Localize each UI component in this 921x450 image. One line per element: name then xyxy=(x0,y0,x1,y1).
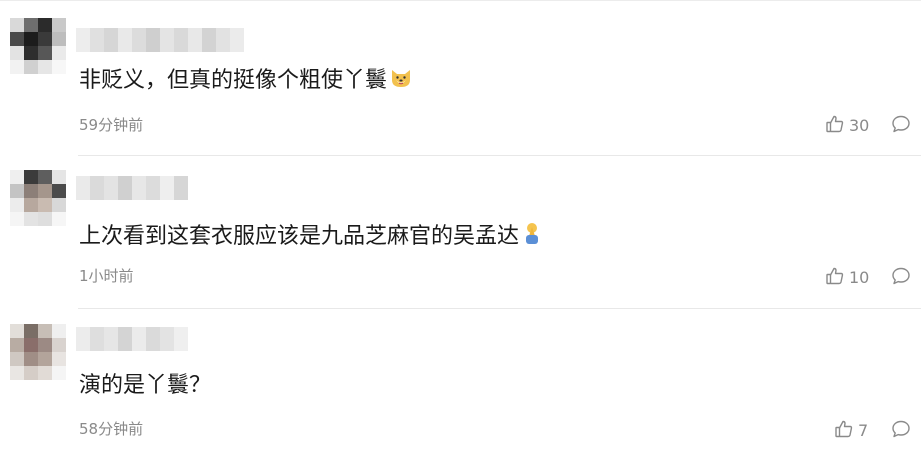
avatar[interactable] xyxy=(10,324,66,380)
like-count: 10 xyxy=(849,268,870,287)
comment-time: 58分钟前 xyxy=(79,420,144,438)
username[interactable] xyxy=(76,327,188,351)
like-button[interactable]: 30 xyxy=(825,114,869,138)
thumbs-up-icon xyxy=(825,114,845,138)
thumbs-up-icon xyxy=(825,266,845,290)
reply-button[interactable] xyxy=(891,419,911,443)
avatar[interactable] xyxy=(10,170,66,226)
like-button[interactable]: 10 xyxy=(825,266,869,290)
avatar[interactable] xyxy=(10,18,66,74)
comment-bubble-icon xyxy=(891,267,911,290)
comment-text: 演的是丫鬟？ xyxy=(79,371,211,401)
comment-item: 上次看到这套衣服应该是九品芝麻官的吴孟达 1小时前 10 xyxy=(0,156,921,308)
comment-item: 非贬义，但真的挺像个粗使丫鬟 59分钟前 30 xyxy=(0,0,921,155)
comment-time: 59分钟前 xyxy=(79,116,144,134)
comment-bubble-icon xyxy=(891,115,911,138)
username[interactable] xyxy=(76,28,244,52)
username[interactable] xyxy=(76,176,188,200)
like-count: 30 xyxy=(849,116,870,135)
comment-item: 演的是丫鬟？ 58分钟前 7 xyxy=(0,309,921,450)
reply-button[interactable] xyxy=(891,266,911,290)
comment-body: 演的是丫鬟？ xyxy=(79,373,212,398)
comment-text: 上次看到这套衣服应该是九品芝麻官的吴孟达 xyxy=(79,222,543,255)
doge-emoji-icon xyxy=(389,66,413,99)
comment-body: 上次看到这套衣服应该是九品芝麻官的吴孟达 xyxy=(79,224,520,249)
thumbs-up-icon xyxy=(834,419,854,443)
like-button[interactable]: 7 xyxy=(834,419,868,443)
comment-bubble-icon xyxy=(891,420,911,443)
pray-emoji-icon xyxy=(521,222,543,255)
comment-text: 非贬义，但真的挺像个粗使丫鬟 xyxy=(79,66,413,99)
reply-button[interactable] xyxy=(891,114,911,138)
like-count: 7 xyxy=(858,421,869,440)
comment-body: 非贬义，但真的挺像个粗使丫鬟 xyxy=(79,68,388,93)
comment-time: 1小时前 xyxy=(79,267,134,285)
